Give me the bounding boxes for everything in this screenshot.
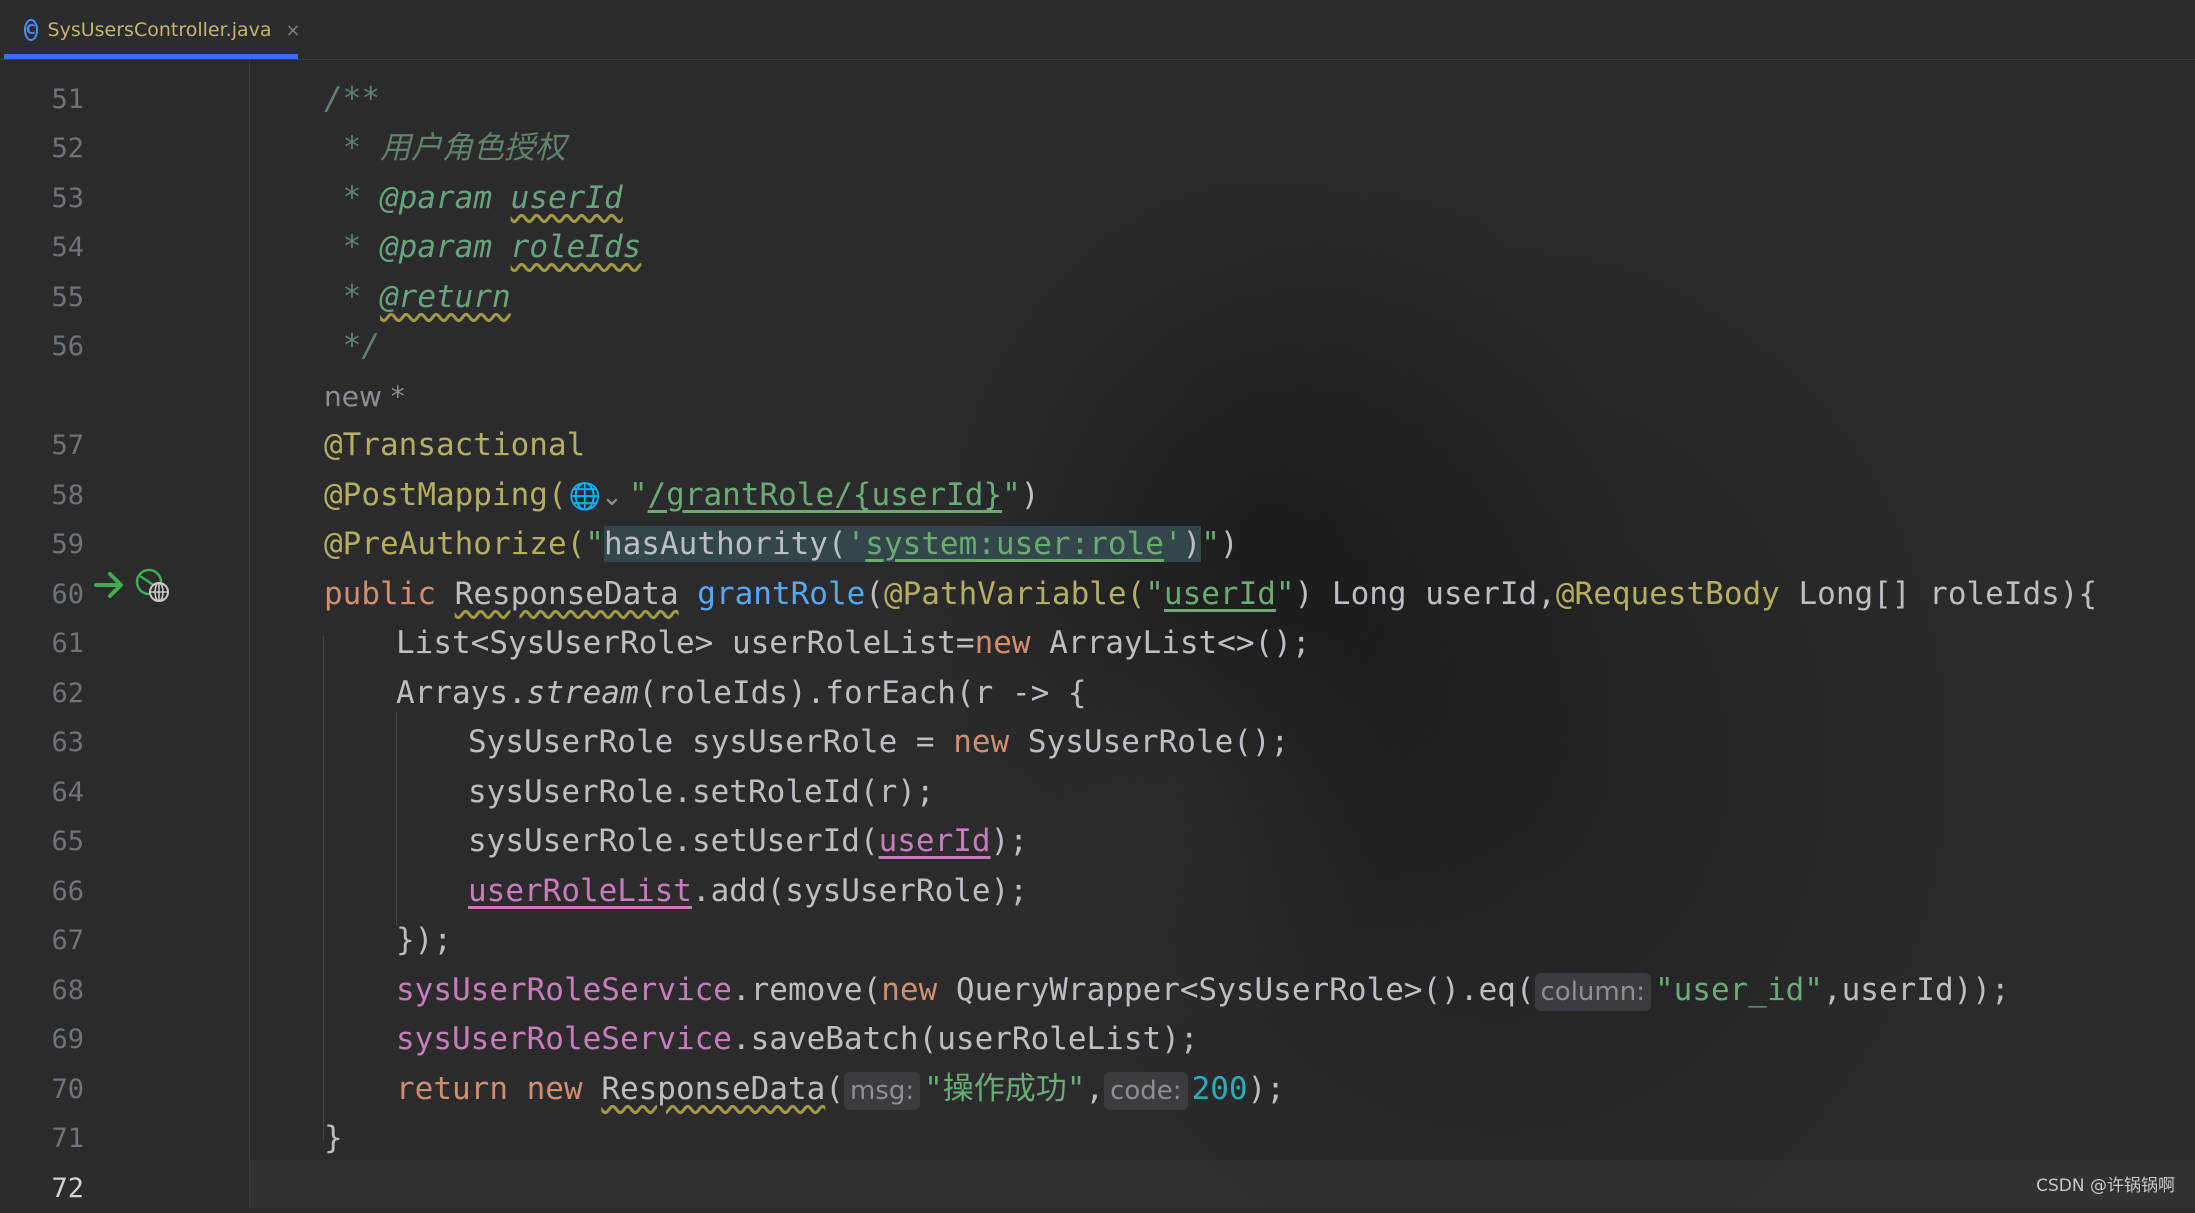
code-line-71: }	[324, 1120, 343, 1156]
code-line-51: /**	[324, 81, 380, 117]
code-line-59: @PreAuthorize("hasAuthority('system:user…	[324, 526, 1239, 562]
code-line-60: public ResponseData grantRole(@PathVaria…	[324, 576, 2098, 612]
code-line-52: * 用户角色授权	[324, 130, 566, 166]
line-number: 63	[51, 727, 84, 758]
param-hint-code: code:	[1104, 1072, 1188, 1110]
web-endpoint-icon[interactable]	[134, 567, 170, 603]
line-number: 51	[51, 84, 84, 115]
indent-guide	[396, 712, 397, 926]
param-hint-column: column:	[1534, 973, 1651, 1011]
code-line-53: * @param userId	[324, 180, 623, 216]
line-number: 52	[51, 133, 84, 164]
code-line-57: @Transactional	[324, 427, 586, 463]
code-line-65: sysUserRole.setUserId(userId);	[468, 823, 1028, 859]
line-number: 72	[51, 1173, 84, 1204]
line-number: 55	[51, 282, 84, 313]
line-number: 60	[51, 579, 84, 610]
tab-title: SysUsersController.java	[47, 19, 272, 41]
line-number: 53	[51, 183, 84, 214]
line-number: 56	[51, 331, 84, 362]
line-number: 61	[51, 628, 84, 659]
code-line-55: * @return	[324, 279, 511, 315]
code-line-58: @PostMapping(🌐⌄ "/grantRole/{userId}")	[324, 471, 1039, 520]
line-number: 54	[51, 232, 84, 263]
line-number: 58	[51, 480, 84, 511]
line-number: 70	[51, 1074, 84, 1105]
indent-guide	[323, 636, 324, 1140]
line-number: 67	[51, 925, 84, 956]
code-line-69: sysUserRoleService.saveBatch(userRoleLis…	[396, 1021, 1199, 1057]
line-number: 71	[51, 1123, 84, 1154]
code-line-64: sysUserRole.setRoleId(r);	[468, 774, 935, 810]
line-number: 69	[51, 1024, 84, 1055]
globe-chevron-icon[interactable]: 🌐⌄	[567, 478, 625, 516]
code-line-70: return new ResponseData(msg: "操作成功", code:…	[396, 1065, 1285, 1114]
class-c-icon: C	[24, 19, 38, 41]
line-number: 64	[51, 777, 84, 808]
current-line-highlight	[250, 1160, 2195, 1208]
run-arrow-icon[interactable]	[94, 569, 126, 601]
line-number: 57	[51, 430, 84, 461]
watermark: CSDN @许锅锅啊	[2036, 1176, 2175, 1196]
code-line-56: */	[324, 328, 380, 364]
code-line-63: SysUserRole sysUserRole = new SysUserRol…	[468, 724, 1290, 760]
code-line-68: sysUserRoleService.remove(new QueryWrapp…	[396, 966, 2010, 1015]
code-line-66: userRoleList.add(sysUserRole);	[468, 873, 1028, 909]
close-icon[interactable]: ×	[286, 20, 301, 41]
param-hint-msg: msg:	[843, 1072, 921, 1110]
active-tab-indicator	[4, 54, 298, 59]
line-number: 68	[51, 975, 84, 1006]
editor-tab-bar: C SysUsersController.java ×	[0, 0, 2195, 60]
code-line-62: Arrays.stream(roleIds).forEach(r -> {	[396, 675, 1087, 711]
line-number: 66	[51, 876, 84, 907]
line-number: 59	[51, 529, 84, 560]
author-hint[interactable]: new *	[324, 372, 405, 421]
line-number: 65	[51, 826, 84, 857]
tab-sysuserscontroller[interactable]: C SysUsersController.java ×	[4, 0, 301, 60]
code-line-67: });	[396, 922, 452, 958]
line-number: 62	[51, 678, 84, 709]
code-line-54: * @param roleIds	[324, 229, 642, 265]
code-line-61: List<SysUserRole> userRoleList=new Array…	[396, 625, 1311, 661]
